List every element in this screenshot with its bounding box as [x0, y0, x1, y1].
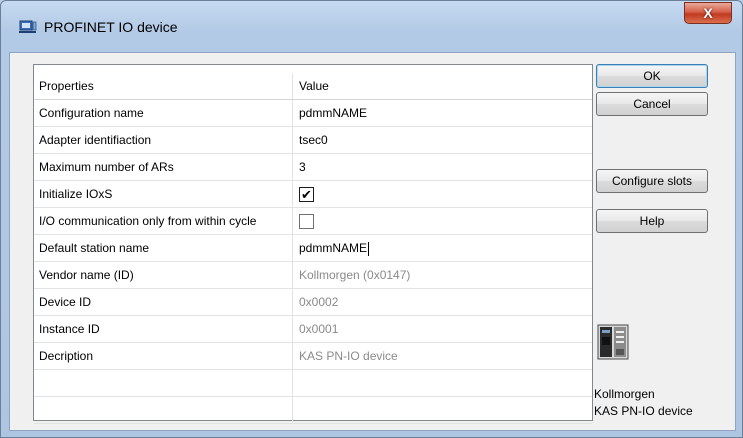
property-row[interactable]: Configuration name pdmmNAME	[34, 100, 592, 127]
property-value-text: 0x0001	[299, 322, 339, 336]
device-vendor-label: Kollmorgen	[594, 387, 655, 401]
property-checkbox-cell[interactable]: ✔	[294, 181, 592, 207]
ok-button[interactable]: OK	[596, 64, 708, 88]
property-row[interactable]: I/O communication only from within cycle	[34, 208, 592, 235]
property-value-text: KAS PN-IO device	[299, 349, 398, 363]
column-header-properties[interactable]: Properties	[34, 73, 293, 99]
property-value-readonly: Kollmorgen (0x0147)	[294, 262, 592, 288]
property-row[interactable]: Device ID 0x0002	[34, 289, 592, 316]
close-button[interactable]: X	[684, 2, 732, 24]
property-row[interactable]: Vendor name (ID) Kollmorgen (0x0147)	[34, 262, 592, 289]
property-value-input[interactable]: 3	[294, 154, 592, 180]
property-row[interactable]: Instance ID 0x0001	[34, 316, 592, 343]
empty-cell	[34, 397, 293, 423]
property-value-text: Kollmorgen (0x0147)	[299, 268, 411, 282]
property-row[interactable]: Decription KAS PN-IO device	[34, 343, 592, 370]
empty-row	[34, 370, 592, 397]
network-device-icon	[19, 20, 37, 33]
property-name: I/O communication only from within cycle	[34, 208, 293, 234]
property-name: Decription	[34, 343, 293, 369]
device-name-label: KAS PN-IO device	[594, 404, 693, 418]
property-name: Maximum number of ARs	[34, 154, 293, 180]
close-icon: X	[703, 5, 713, 21]
property-value-input[interactable]: tsec0	[294, 127, 592, 153]
property-name: Vendor name (ID)	[34, 262, 293, 288]
checkbox-unchecked[interactable]	[299, 214, 314, 229]
property-value-readonly: KAS PN-IO device	[294, 343, 592, 369]
property-value-text: tsec0	[299, 133, 328, 147]
property-name: Instance ID	[34, 316, 293, 342]
property-checkbox-cell[interactable]	[294, 208, 592, 234]
cancel-button[interactable]: Cancel	[596, 92, 708, 116]
property-row[interactable]: Initialize IOxS ✔	[34, 181, 592, 208]
property-value-text: 3	[299, 160, 306, 174]
property-row[interactable]: Default station name pdmmNAME	[34, 235, 592, 262]
empty-cell	[34, 370, 293, 396]
empty-row	[34, 397, 592, 424]
grid-header: Properties Value	[34, 73, 592, 100]
property-name: Adapter identifiaction	[34, 127, 293, 153]
profinet-io-device-dialog: PROFINET IO device X Properties Value Co…	[0, 0, 743, 438]
property-value-readonly: 0x0001	[294, 316, 592, 342]
property-row[interactable]: Maximum number of ARs 3	[34, 154, 592, 181]
configure-slots-button[interactable]: Configure slots	[596, 169, 708, 193]
help-button[interactable]: Help	[596, 209, 708, 233]
dialog-body: Properties Value Configuration name pdmmN…	[9, 52, 736, 431]
property-name: Device ID	[34, 289, 293, 315]
property-value-input[interactable]: pdmmNAME	[294, 235, 592, 261]
property-row[interactable]: Adapter identifiaction tsec0	[34, 127, 592, 154]
property-name: Default station name	[34, 235, 293, 261]
title-bar[interactable]: PROFINET IO device X	[1, 1, 742, 51]
property-grid: Properties Value Configuration name pdmmN…	[33, 64, 593, 424]
property-value-text: pdmmNAME	[299, 106, 368, 120]
checkbox-checked[interactable]: ✔	[299, 187, 314, 202]
property-value-text: pdmmNAME	[299, 241, 368, 255]
device-module-icon	[597, 324, 629, 360]
property-name: Configuration name	[34, 100, 293, 126]
property-value-input[interactable]: pdmmNAME	[294, 100, 592, 126]
text-caret	[368, 241, 370, 256]
window-title: PROFINET IO device	[44, 19, 178, 35]
column-header-value[interactable]: Value	[294, 73, 592, 99]
property-value-text: 0x0002	[299, 295, 339, 309]
property-value-readonly: 0x0002	[294, 289, 592, 315]
property-name: Initialize IOxS	[34, 181, 293, 207]
